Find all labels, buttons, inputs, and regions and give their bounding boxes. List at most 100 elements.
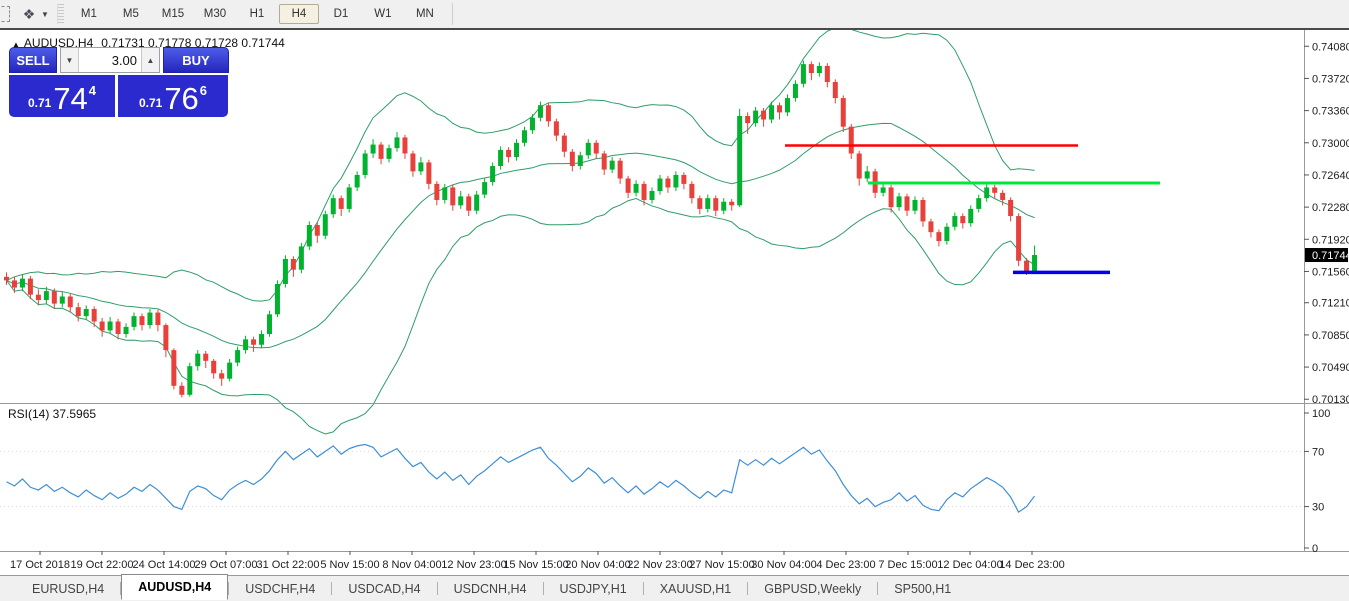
- candle: [769, 105, 774, 119]
- timeframe-button-d1[interactable]: D1: [321, 4, 361, 24]
- candle: [705, 198, 710, 209]
- chart-tab-audusd-h4[interactable]: AUDUSD,H4: [121, 574, 228, 600]
- timeframe-button-h4[interactable]: H4: [279, 4, 319, 24]
- candle: [28, 279, 33, 295]
- chart-tab-usdcad-h4[interactable]: USDCAD,H4: [332, 578, 436, 601]
- chart-tab-eurusd-h4[interactable]: EURUSD,H4: [16, 578, 120, 601]
- candle: [817, 66, 822, 73]
- candle: [363, 153, 368, 174]
- candle: [179, 386, 184, 395]
- candle: [4, 277, 9, 281]
- candle: [426, 162, 431, 183]
- toolbar-separator: [452, 3, 453, 25]
- candle: [139, 316, 144, 325]
- buy-button[interactable]: BUY: [163, 47, 229, 73]
- rsi-axis-label: 0: [1312, 543, 1318, 555]
- candle: [450, 187, 455, 205]
- time-axis-label: 15 Nov 15:00: [503, 559, 568, 571]
- price-axis-label: 0.70130: [1312, 394, 1349, 406]
- candle: [578, 155, 583, 166]
- bid-price-display[interactable]: 0.71 74 4: [9, 75, 115, 117]
- price-axis-label: 0.70490: [1312, 362, 1349, 374]
- candle: [968, 209, 973, 223]
- time-axis-label: 29 Oct 07:00: [195, 559, 258, 571]
- candle: [777, 105, 782, 112]
- time-axis-label: 5 Nov 15:00: [320, 559, 379, 571]
- candle: [657, 179, 662, 192]
- candle: [355, 175, 360, 188]
- candle: [490, 166, 495, 182]
- candle: [36, 295, 41, 300]
- rsi-indicator-label: RSI(14) 37.5965: [8, 407, 96, 421]
- candle: [530, 118, 535, 131]
- candle: [634, 184, 639, 193]
- candle: [522, 130, 527, 143]
- selection-tool-icon[interactable]: [0, 6, 10, 22]
- candle: [618, 161, 623, 179]
- price-axis-label: 0.71560: [1312, 266, 1349, 278]
- volume-decrease-button[interactable]: ▼: [61, 48, 78, 72]
- timeframe-button-h1[interactable]: H1: [237, 4, 277, 24]
- candle: [665, 179, 670, 188]
- one-click-trading-panel: SELL ▼ ▲ BUY 0.71 74 4 0.71 76 6: [9, 47, 229, 117]
- candle: [881, 187, 886, 192]
- chart-tab-gbpusd-weekly[interactable]: GBPUSD,Weekly: [748, 578, 877, 601]
- timeframe-button-m1[interactable]: M1: [69, 4, 109, 24]
- candle: [84, 309, 89, 316]
- time-axis-label: 12 Nov 23:00: [441, 559, 506, 571]
- timeframe-button-m5[interactable]: M5: [111, 4, 151, 24]
- timeframe-button-w1[interactable]: W1: [363, 4, 403, 24]
- toolbar-grip: [57, 4, 64, 24]
- candle: [897, 196, 902, 207]
- candle: [147, 313, 152, 326]
- candle: [506, 150, 511, 157]
- candle: [753, 111, 758, 124]
- candle: [315, 225, 320, 236]
- chart-tab-usdjpy-h1[interactable]: USDJPY,H1: [544, 578, 643, 601]
- chart-tab-bar: EURUSD,H4AUDUSD,H4USDCHF,H4USDCAD,H4USDC…: [0, 575, 1349, 601]
- timeframe-button-m15[interactable]: M15: [153, 4, 193, 24]
- candle: [538, 105, 543, 118]
- candle: [410, 153, 415, 171]
- time-axis-label: 7 Dec 15:00: [878, 559, 937, 571]
- candle: [992, 187, 997, 192]
- candle: [275, 284, 280, 314]
- candle: [673, 175, 678, 188]
- candle: [785, 98, 790, 112]
- volume-input[interactable]: [78, 48, 142, 72]
- candle: [387, 148, 392, 159]
- candle: [626, 179, 631, 193]
- candle: [729, 202, 734, 206]
- candle: [92, 309, 97, 322]
- bid-main: 74: [53, 83, 87, 114]
- candle: [124, 327, 129, 334]
- candle: [339, 198, 344, 209]
- candle: [219, 373, 224, 378]
- chart-objects-icon[interactable]: ❖: [20, 5, 38, 23]
- price-axis-label: 0.73720: [1312, 73, 1349, 85]
- chart-window: ❖ ▼ M1M5M15M30H1H4D1W1MN 0.740800.737200…: [0, 0, 1349, 601]
- candle: [60, 296, 65, 303]
- candle: [1024, 261, 1029, 272]
- chart-tab-usdchf-h4[interactable]: USDCHF,H4: [229, 578, 331, 601]
- time-axis-label: 24 Oct 14:00: [133, 559, 196, 571]
- candle: [163, 325, 168, 350]
- chart-tab-xauusd-h1[interactable]: XAUUSD,H1: [644, 578, 748, 601]
- rsi-axis-label: 30: [1312, 502, 1324, 514]
- ask-price-display[interactable]: 0.71 76 6: [118, 75, 228, 117]
- candle: [554, 121, 559, 135]
- volume-increase-button[interactable]: ▲: [142, 48, 159, 72]
- candle: [442, 187, 447, 200]
- chart-tab-sp500-h1[interactable]: SP500,H1: [878, 578, 967, 601]
- chart-tab-usdcnh-h4[interactable]: USDCNH,H4: [438, 578, 543, 601]
- sell-button[interactable]: SELL: [9, 47, 57, 73]
- candle: [984, 187, 989, 198]
- svg-text:0.71744: 0.71744: [1312, 250, 1349, 262]
- volume-stepper: ▼ ▲: [60, 47, 160, 73]
- timeframe-button-m30[interactable]: M30: [195, 4, 235, 24]
- candle: [171, 350, 176, 386]
- candle: [1016, 216, 1021, 261]
- timeframe-button-mn[interactable]: MN: [405, 4, 445, 24]
- dropdown-caret-icon[interactable]: ▼: [41, 10, 49, 19]
- candle: [857, 153, 862, 178]
